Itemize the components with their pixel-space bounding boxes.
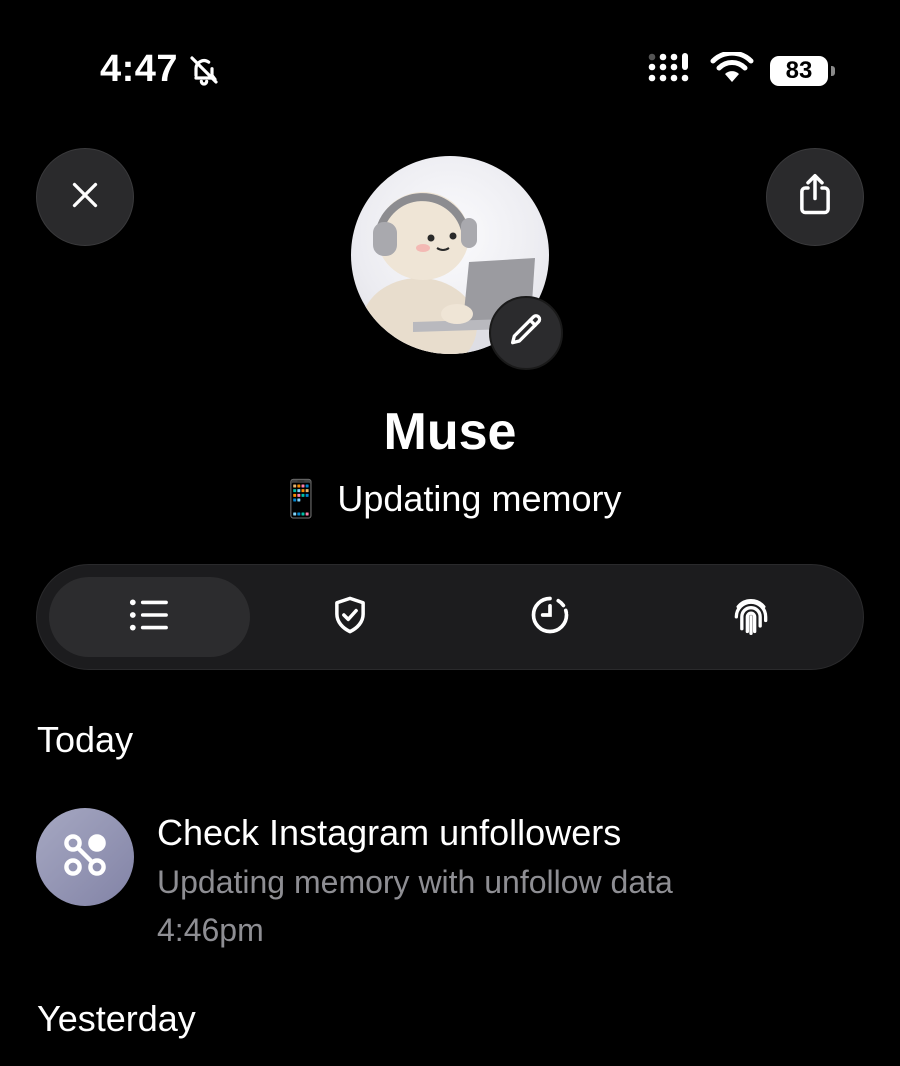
wifi-icon <box>710 50 754 89</box>
section-header-yesterday: Yesterday <box>37 998 196 1039</box>
activity-item-title: Check Instagram unfollowers <box>157 812 622 853</box>
status-bar-indicators: 83 <box>646 50 835 89</box>
section-header-today: Today <box>37 719 134 760</box>
activity-item-avatar <box>36 808 134 906</box>
agent-status: 📱 Updating memory <box>0 478 900 520</box>
close-icon <box>67 177 103 218</box>
tab-permissions[interactable] <box>250 577 451 657</box>
fingerprint-icon <box>729 592 773 643</box>
mobile-phone-emoji: 📱 <box>278 478 324 519</box>
agent-status-text: Updating memory <box>337 478 622 519</box>
tab-activity-list[interactable] <box>49 577 250 657</box>
activity-item-time: 4:46pm <box>157 912 264 948</box>
share-icon <box>794 172 836 223</box>
status-bar-time: 4:47 <box>100 48 220 91</box>
tab-identity[interactable] <box>651 577 852 657</box>
activity-list-item[interactable]: Check Instagram unfollowers Updating mem… <box>36 808 864 948</box>
share-button[interactable] <box>766 148 864 246</box>
pencil-icon <box>506 311 546 356</box>
activity-item-subtitle: Updating memory with unfollow data <box>157 864 673 900</box>
list-icon <box>127 597 171 638</box>
shield-check-icon <box>329 593 371 642</box>
bell-slash-icon <box>188 54 220 86</box>
clock-icon <box>528 593 572 642</box>
close-button[interactable] <box>36 148 134 246</box>
agent-name: Muse <box>383 403 517 461</box>
clock-time: 4:47 <box>100 48 179 90</box>
battery-indicator: 83 <box>770 55 835 86</box>
workflow-icon <box>61 831 109 884</box>
cellular-signal-icon <box>646 52 694 89</box>
tab-schedule[interactable] <box>450 577 651 657</box>
battery-level: 83 <box>785 56 813 84</box>
edit-avatar-button[interactable] <box>489 296 563 370</box>
profile-tab-bar <box>36 564 864 670</box>
